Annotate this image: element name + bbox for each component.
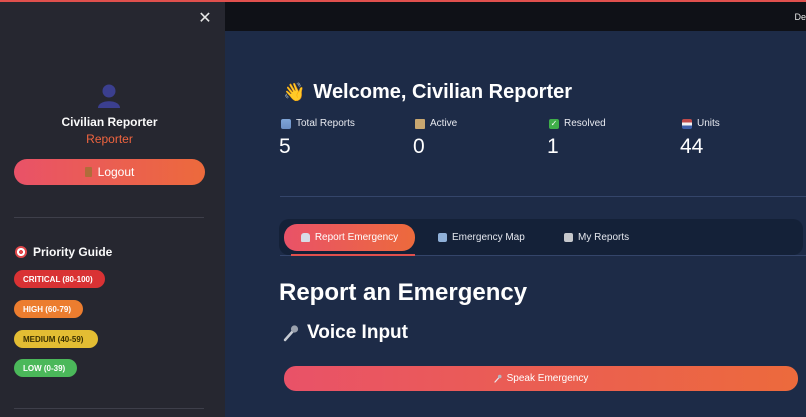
voice-input-heading: Voice Input [283, 322, 408, 344]
target-icon [15, 246, 27, 258]
waving-hand-icon: 👋 [283, 82, 306, 102]
logout-label: Logout [97, 165, 135, 179]
metric-active-label: Active [415, 118, 457, 129]
clipboard-icon [564, 233, 573, 242]
chart-icon [281, 118, 291, 129]
welcome-heading: 👋 Welcome, Civilian Reporter [283, 81, 572, 104]
tab-report-emergency[interactable]: Report Emergency [284, 224, 415, 251]
priority-guide-title: Priority Guide [15, 245, 112, 259]
siren-icon [300, 233, 310, 242]
tab-label: Report Emergency [314, 232, 399, 243]
microphone-icon [283, 325, 299, 342]
flag-icon [682, 118, 692, 129]
welcome-text: Welcome, Civilian Reporter [313, 81, 573, 103]
microphone-icon [494, 374, 502, 383]
metric-label-text: Active [430, 118, 458, 129]
close-sidebar-button[interactable]: ✕ [197, 11, 213, 27]
metric-units-label: Units [682, 118, 720, 129]
metric-label-text: Resolved [564, 118, 606, 129]
metric-label-text: Units [697, 118, 720, 129]
priority-badge-critical: CRITICAL (80-100) [14, 270, 105, 288]
priority-badge-high: HIGH (60-79) [14, 300, 83, 318]
check-icon: ✓ [549, 118, 559, 129]
tab-emergency-map[interactable]: Emergency Map [427, 224, 536, 251]
door-icon [84, 167, 92, 177]
voice-input-label: Voice Input [307, 322, 408, 343]
close-icon: ✕ [198, 10, 212, 27]
profile-role: Reporter [86, 132, 133, 146]
tab-label: My Reports [578, 232, 630, 243]
metric-label-text: Total Reports [296, 118, 355, 129]
priority-guide-label: Priority Guide [33, 245, 113, 259]
priority-badge-low: LOW (0-39) [14, 359, 77, 377]
metric-active-value: 0 [413, 135, 425, 158]
metric-resolved-value: 1 [547, 135, 559, 158]
deploy-button[interactable]: De [794, 12, 806, 22]
speak-emergency-button[interactable]: Speak Emergency [284, 366, 798, 391]
map-icon [438, 233, 447, 242]
metric-units-value: 44 [680, 135, 704, 158]
user-avatar-icon [98, 84, 120, 108]
tab-label: Emergency Map [452, 232, 525, 243]
sidebar: ✕ Civilian Reporter Reporter Logout Prio… [0, 0, 225, 417]
metric-total-reports-value: 5 [279, 135, 291, 158]
profile-name: Civilian Reporter [61, 115, 158, 129]
active-tab-indicator [291, 254, 415, 256]
metric-resolved-label: ✓ Resolved [549, 118, 606, 129]
speak-emergency-label: Speak Emergency [506, 373, 589, 384]
tab-my-reports[interactable]: My Reports [553, 224, 640, 251]
sidebar-divider [14, 408, 204, 409]
section-title: Report an Emergency [279, 279, 528, 306]
logout-button[interactable]: Logout [14, 159, 205, 185]
metric-total-reports-label: Total Reports [281, 118, 355, 129]
priority-badge-medium: MEDIUM (40-59) [14, 330, 98, 348]
sidebar-divider [14, 217, 204, 218]
hourglass-icon [415, 118, 425, 129]
top-bar: De [225, 0, 806, 31]
section-divider [280, 196, 806, 197]
